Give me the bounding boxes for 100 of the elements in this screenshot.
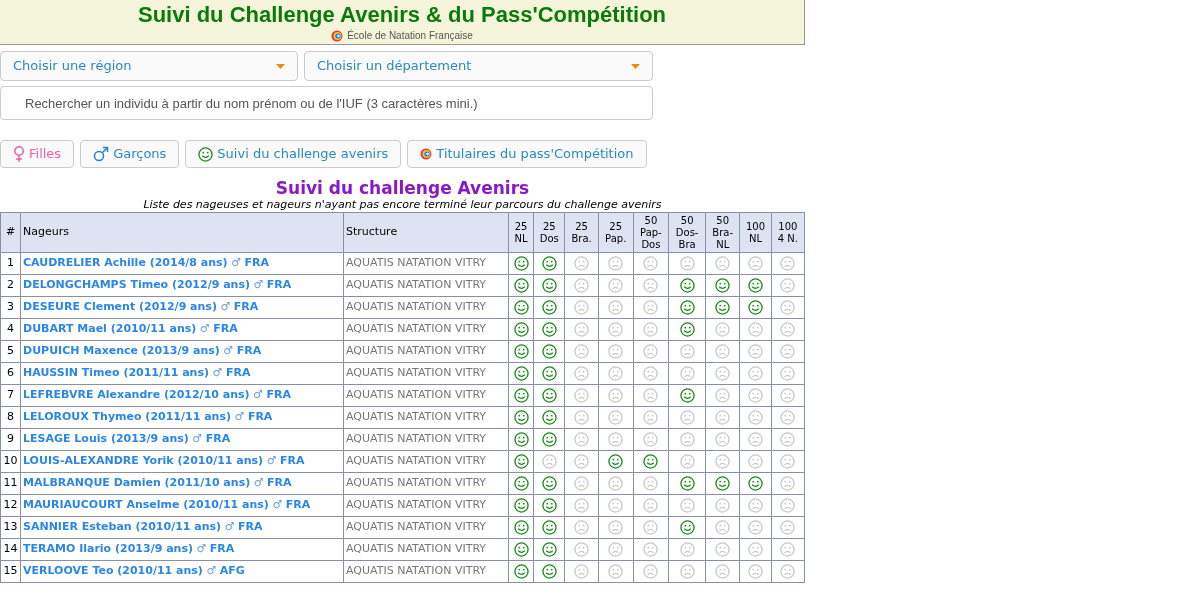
section-title: Suivi du challenge Avenirs: [275, 178, 530, 198]
nation-code: FRA: [285, 498, 311, 512]
nation-code: FRA: [238, 520, 263, 534]
row-number: 2: [0, 274, 21, 297]
swimmer-link[interactable]: DELONGCHAMPS Timeo (2012/9 ans): [23, 278, 250, 292]
gender-symbol: ♂: [253, 278, 264, 292]
column-header: 100 NL: [739, 212, 772, 253]
gender-symbol: ♂: [253, 388, 263, 402]
gender-symbol: ♂: [231, 256, 242, 270]
column-header: Structure: [343, 212, 509, 253]
row-number: 7: [0, 384, 21, 407]
nation-code: FRA: [266, 388, 291, 402]
filter-button[interactable]: Suivi du challenge avenirs: [185, 140, 402, 168]
swimmer-link[interactable]: LELOROUX Thymeo (2011/11 ans): [23, 410, 231, 424]
gender-symbol: ♂: [223, 344, 234, 358]
nation-code: FRA: [280, 454, 305, 468]
structure-cell: AQUATIS NATATION VITRY: [343, 428, 509, 451]
row-number: 5: [0, 340, 21, 363]
swimmer-link[interactable]: VERLOOVE Teo (2010/11 ans): [23, 564, 203, 578]
nation-code: FRA: [209, 542, 235, 556]
gender-symbol: ♂: [199, 322, 210, 336]
column-header: 100 4 N.: [771, 212, 805, 253]
nation-code: FRA: [205, 432, 231, 446]
structure-cell: AQUATIS NATATION VITRY: [343, 384, 509, 407]
nation-code: FRA: [236, 344, 262, 358]
gender-symbol: ♂: [272, 498, 283, 512]
smiley-icon: [198, 146, 214, 162]
column-header: 25 Pap.: [598, 212, 634, 253]
column-header: 50 Dos- Bra: [668, 212, 706, 253]
row-number: 14: [0, 538, 21, 561]
structure-cell: AQUATIS NATATION VITRY: [343, 516, 509, 539]
row-number: 9: [0, 428, 21, 451]
nation-code: FRA: [213, 322, 238, 336]
department-dropdown[interactable]: Choisir un département: [304, 51, 653, 81]
row-number: 1: [0, 252, 21, 275]
nation-code: FRA: [247, 410, 273, 424]
gender-symbol: ♂: [266, 454, 277, 468]
gender-symbol: ♂: [192, 432, 203, 446]
swimmer-link[interactable]: MAURIAUCOURT Anselme (2010/11 ans): [23, 498, 269, 512]
nation-code: FRA: [244, 256, 270, 270]
nation-code: FRA: [266, 278, 292, 292]
structure-cell: AQUATIS NATATION VITRY: [343, 494, 509, 517]
swimmer-link[interactable]: HAUSSIN Timeo (2011/11 ans): [23, 366, 209, 380]
column-header: 25 Bra.: [564, 212, 599, 253]
row-number: 12: [0, 494, 21, 517]
swimmer-link[interactable]: SANNIER Esteban (2010/11 ans): [23, 520, 222, 534]
structure-cell: AQUATIS NATATION VITRY: [343, 362, 509, 385]
swimmer-link[interactable]: LEFREBVRE Alexandre (2012/10 ans): [23, 388, 250, 402]
structure-cell: AQUATIS NATATION VITRY: [343, 472, 509, 495]
nation-code: FRA: [225, 366, 251, 380]
nation-code: FRA: [233, 300, 259, 314]
structure-cell: AQUATIS NATATION VITRY: [343, 252, 509, 275]
column-header: 25 NL: [508, 212, 534, 253]
column-header: 50 Bra- NL: [705, 212, 740, 253]
structure-cell: AQUATIS NATATION VITRY: [343, 450, 509, 473]
column-header: 25 Dos: [533, 212, 565, 253]
swimmer-link[interactable]: LOUIS-ALEXANDRE Yorik (2010/11 ans): [23, 454, 264, 468]
gender-symbol: ♂: [206, 564, 217, 578]
gender-symbol: ♂: [220, 300, 231, 314]
row-number: 11: [0, 472, 21, 495]
gender-symbol: ♂: [234, 410, 245, 424]
filter-button[interactable]: Filles: [0, 140, 75, 168]
structure-cell: AQUATIS NATATION VITRY: [343, 560, 509, 583]
row-number: 3: [0, 296, 21, 319]
swimmer-link[interactable]: CAUDRELIER Achille (2014/8 ans): [23, 256, 228, 270]
swirl-logo-icon: [420, 148, 433, 160]
row-number: 15: [0, 560, 21, 583]
search-field[interactable]: Rechercher un individu à partir du nom prénom ou de l'IUF (3 caractères mini.): [0, 86, 653, 120]
swimmer-link[interactable]: TERAMO Ilario (2013/9 ans): [23, 542, 193, 556]
row-number: 13: [0, 516, 21, 539]
page-title: Suivi du Challenge Avenirs & du Pass'Compétition: [138, 2, 666, 28]
filter-button[interactable]: Titulaires du pass'Compétition: [407, 140, 647, 168]
structure-cell: AQUATIS NATATION VITRY: [343, 406, 509, 429]
swimmer-link[interactable]: DUPUICH Maxence (2013/9 ans): [23, 344, 220, 358]
structure-cell: AQUATIS NATATION VITRY: [343, 538, 509, 561]
row-number: 10: [0, 450, 21, 473]
filter-button[interactable]: Garçons: [80, 140, 180, 168]
structure-cell: AQUATIS NATATION VITRY: [343, 274, 509, 297]
swimmer-link[interactable]: DUBART Mael (2010/11 ans): [23, 322, 197, 336]
structure-cell: AQUATIS NATATION VITRY: [343, 340, 509, 363]
column-header: Nageurs: [20, 212, 344, 253]
gender-symbol: ♂: [196, 542, 207, 556]
nation-code: FRA: [267, 476, 292, 490]
swirl-logo-icon: [331, 29, 344, 42]
swimmer-link[interactable]: DESEURE Clement (2012/9 ans): [23, 300, 217, 314]
swimmer-link[interactable]: MALBRANQUE Damien (2011/10 ans): [23, 476, 251, 490]
gender-symbol: ♂: [224, 520, 235, 534]
row-number: 4: [0, 318, 21, 341]
row-number: 8: [0, 406, 21, 429]
row-number: 6: [0, 362, 21, 385]
male-symbol-icon: [93, 146, 110, 162]
region-dropdown[interactable]: Choisir une région: [0, 51, 298, 81]
section-subtitle: Liste des nageuses et nageurs n'ayant pas encore terminé leur parcours du challenge avenirs: [143, 198, 662, 211]
gender-symbol: ♂: [253, 476, 264, 490]
female-symbol-icon: [13, 145, 25, 163]
swimmer-link[interactable]: LESAGE Louis (2013/9 ans): [23, 432, 189, 446]
caret-icon: [631, 63, 640, 69]
caret-icon: [276, 63, 285, 69]
structure-cell: AQUATIS NATATION VITRY: [343, 318, 509, 341]
page-subtitle: École de Natation Française: [347, 28, 473, 43]
